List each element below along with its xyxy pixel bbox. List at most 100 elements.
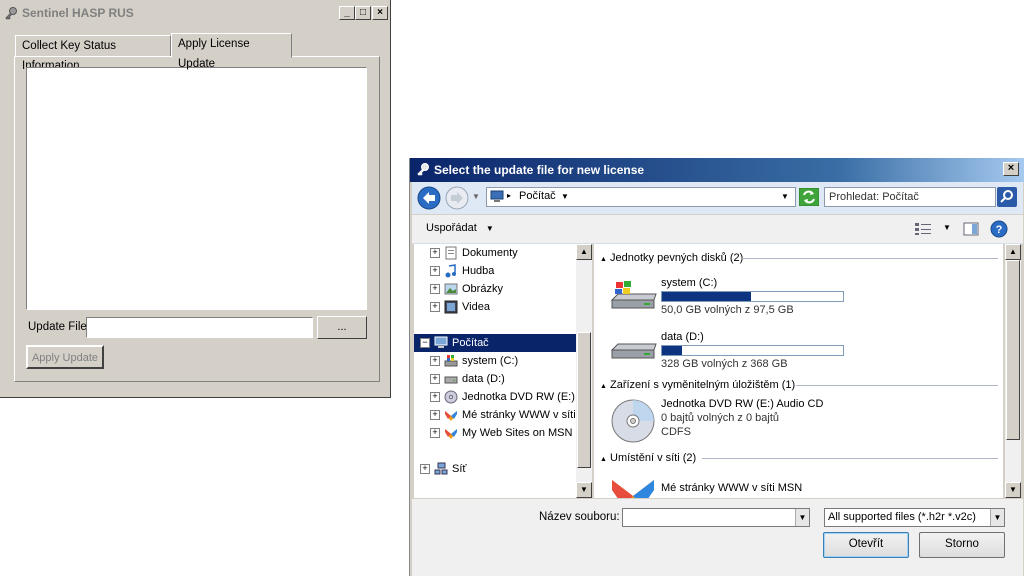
- collapse-icon: ▲: [600, 256, 607, 263]
- tree-item-pictures[interactable]: + Obrázky: [430, 280, 503, 298]
- refresh-icon[interactable]: [798, 187, 820, 209]
- maximize-button[interactable]: □: [355, 6, 371, 20]
- expand-icon[interactable]: +: [430, 410, 440, 421]
- tree-item-computer[interactable]: − Počítač: [414, 334, 578, 352]
- hasp-titlebar[interactable]: Sentinel HASP RUS _ □ ×: [0, 0, 390, 26]
- open-button[interactable]: Otevřít: [823, 532, 909, 558]
- expand-icon[interactable]: +: [430, 248, 440, 259]
- drive-usage-bar: [661, 291, 844, 302]
- search-placeholder: Prohledat: Počítač: [829, 191, 919, 203]
- organize-label: Uspořádat: [426, 222, 477, 234]
- group-label: Jednotky pevných disků (2): [610, 252, 744, 264]
- tree-label: Hudba: [462, 265, 495, 277]
- drive-data-d[interactable]: data (D:) 328 GB volných z 368 GB: [610, 328, 910, 378]
- file-type-filter[interactable]: All supported files (*.h2r *.v2c) ▼: [824, 508, 1005, 527]
- expand-icon[interactable]: +: [430, 392, 440, 403]
- drive-free-space: 328 GB volných z 368 GB: [661, 358, 788, 370]
- expand-icon[interactable]: +: [430, 356, 440, 367]
- key-icon: [4, 6, 18, 20]
- dialog-footer: Název souboru: ▼ All supported files (*.…: [412, 499, 1023, 576]
- network-location-msn[interactable]: Mé stránky WWW v síti MSN: [610, 472, 910, 498]
- expand-icon[interactable]: +: [430, 374, 440, 385]
- license-output-area[interactable]: [26, 67, 367, 310]
- minimize-button[interactable]: _: [339, 6, 355, 20]
- dialog-titlebar[interactable]: Select the update file for new license ×: [410, 158, 1024, 182]
- expand-icon[interactable]: +: [430, 266, 440, 277]
- drive-free-space: 50,0 GB volných z 97,5 GB: [661, 304, 794, 316]
- tree-label: Počítač: [452, 337, 489, 349]
- drive-name: Jednotka DVD RW (E:) Audio CD: [661, 398, 824, 410]
- address-path: Počítač: [519, 190, 556, 202]
- filename-dropdown-icon[interactable]: ▼: [795, 509, 809, 526]
- filter-dropdown-icon[interactable]: ▼: [990, 509, 1004, 526]
- scroll-thumb[interactable]: [577, 332, 591, 468]
- expand-icon[interactable]: +: [420, 464, 430, 475]
- system-drive-icon: [444, 354, 458, 368]
- drive-name: data (D:): [661, 331, 704, 343]
- tree-scrollbar[interactable]: ▲ ▼: [576, 244, 592, 498]
- scroll-up-icon[interactable]: ▲: [576, 244, 592, 260]
- tree-item-network[interactable]: + Síť: [420, 460, 467, 478]
- tree-label: Síť: [452, 463, 467, 475]
- tree-label: data (D:): [462, 373, 505, 385]
- view-options-icon[interactable]: [915, 222, 933, 239]
- drive-free-space: 0 bajtů volných z 0 bajtů: [661, 412, 780, 424]
- update-file-input[interactable]: [86, 317, 313, 338]
- expand-icon[interactable]: +: [430, 302, 440, 313]
- apply-update-button[interactable]: Apply Update: [26, 345, 104, 369]
- group-header-network[interactable]: ▲ Umístění v síti (2): [600, 451, 696, 465]
- scroll-down-icon[interactable]: ▼: [576, 482, 592, 498]
- scroll-down-icon[interactable]: ▼: [1005, 482, 1021, 498]
- close-button[interactable]: ×: [372, 6, 388, 20]
- dvd-icon: [444, 390, 458, 404]
- hard-drive-icon: [444, 372, 458, 386]
- drive-system-c[interactable]: system (C:) 50,0 GB volných z 97,5 GB: [610, 274, 910, 324]
- file-view: ▲ Jednotky pevných disků (2) system (C:)…: [594, 244, 1003, 498]
- file-view-scrollbar[interactable]: ▲ ▼: [1005, 244, 1021, 498]
- tree-item-data-d[interactable]: + data (D:): [430, 370, 505, 388]
- filename-input[interactable]: ▼: [622, 508, 810, 527]
- group-header-hdd[interactable]: ▲ Jednotky pevných disků (2): [600, 251, 743, 265]
- preview-pane-icon[interactable]: [963, 221, 979, 240]
- help-icon[interactable]: ?: [990, 220, 1008, 241]
- group-header-removable[interactable]: ▲ Zařízení s vyměnitelným úložištěm (1): [600, 378, 795, 392]
- search-icon[interactable]: [997, 187, 1017, 210]
- expand-icon[interactable]: +: [430, 428, 440, 439]
- back-icon[interactable]: [417, 186, 441, 213]
- cancel-button[interactable]: Storno: [919, 532, 1005, 558]
- tree-label: Mé stránky WWW v síti N: [462, 409, 578, 421]
- navigation-tree: + Dokumenty + Hudba + Obrázky + Videa − Počít…: [414, 244, 578, 498]
- collapse-icon[interactable]: −: [420, 338, 430, 349]
- dialog-close-button[interactable]: ×: [1003, 162, 1019, 176]
- network-icon: [434, 462, 448, 476]
- history-dropdown-icon[interactable]: ▼: [472, 192, 480, 201]
- pictures-icon: [444, 282, 458, 296]
- tree-item-music[interactable]: + Hudba: [430, 262, 494, 280]
- address-bar[interactable]: ▸ Počítač ▼ ▼: [486, 187, 796, 207]
- system-drive-icon: [610, 280, 658, 315]
- view-dropdown-icon[interactable]: ▼: [943, 223, 951, 232]
- scroll-up-icon[interactable]: ▲: [1005, 244, 1021, 260]
- tree-item-my-web-sites[interactable]: + My Web Sites on MSN: [430, 424, 572, 442]
- drive-dvd-e[interactable]: Jednotka DVD RW (E:) Audio CD 0 bajtů vo…: [610, 396, 910, 448]
- search-input[interactable]: Prohledat: Počítač: [824, 187, 996, 207]
- expand-icon[interactable]: +: [430, 284, 440, 295]
- documents-icon: [444, 246, 458, 260]
- browse-button[interactable]: ...: [317, 316, 367, 339]
- tree-item-dvd-e[interactable]: + Jednotka DVD RW (E:) A: [430, 388, 578, 406]
- address-dropdown-icon[interactable]: ▼: [781, 192, 789, 201]
- path-dropdown-icon[interactable]: ▼: [561, 192, 569, 201]
- organize-button[interactable]: Uspořádat ▼: [426, 222, 494, 234]
- network-location-name: Mé stránky WWW v síti MSN: [661, 482, 803, 494]
- tree-item-documents[interactable]: + Dokumenty: [430, 244, 518, 262]
- tree-item-system-c[interactable]: + system (C:): [430, 352, 518, 370]
- forward-icon[interactable]: [445, 186, 469, 213]
- group-divider: [742, 258, 998, 259]
- tree-item-msn-pages[interactable]: + Mé stránky WWW v síti N: [430, 406, 578, 424]
- tree-item-videos[interactable]: + Videa: [430, 298, 490, 316]
- scroll-thumb[interactable]: [1006, 260, 1020, 440]
- drive-name: system (C:): [661, 277, 718, 289]
- tab-apply-license-update[interactable]: Apply License Update: [171, 33, 292, 70]
- path-separator-icon: ▸: [507, 191, 512, 200]
- tab-collect-key-status[interactable]: Collect Key Status Information: [15, 35, 171, 72]
